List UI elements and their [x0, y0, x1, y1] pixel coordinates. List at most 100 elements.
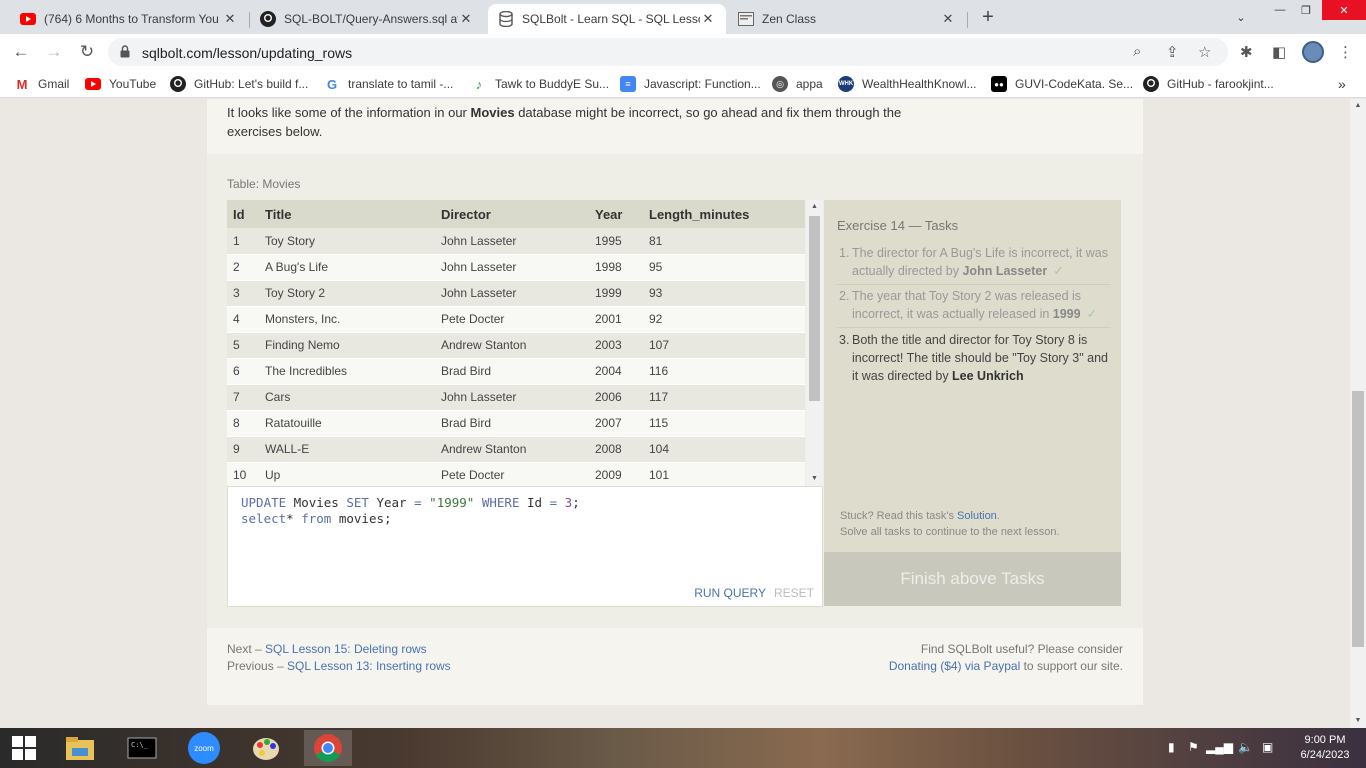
- bookmark-tawk[interactable]: ♪ Tawk to BuddyE Su...: [471, 76, 609, 92]
- cell-director: John Lasseter: [435, 384, 589, 411]
- next-prefix: Next –: [227, 642, 266, 656]
- table-scrollbar[interactable]: ▲ ▼: [806, 200, 823, 486]
- tab-github[interactable]: SQL-BOLT/Query-Answers.sql at ✕: [250, 4, 484, 34]
- system-clock[interactable]: 9:00 PM 6/24/2023: [1290, 733, 1360, 763]
- scroll-up-arrow-icon[interactable]: ▲: [1350, 99, 1366, 113]
- donate-link[interactable]: Donating ($4) via Paypal: [889, 659, 1020, 673]
- bookmark-wealth[interactable]: WHK WealthHealthKnowl...: [838, 76, 977, 92]
- file-explorer-icon[interactable]: [56, 730, 104, 766]
- tab-zen-class[interactable]: Zen Class ✕: [728, 4, 966, 34]
- bookmarks-overflow-icon[interactable]: »: [1338, 76, 1346, 92]
- close-tab-icon[interactable]: ✕: [458, 11, 474, 27]
- bookmark-github-build[interactable]: GitHub: Let's build f...: [170, 76, 308, 92]
- zoom-magnifier-icon[interactable]: ⌕: [1133, 43, 1141, 60]
- page-scrollbar[interactable]: ▲ ▼: [1350, 99, 1366, 728]
- table-row: 9 WALL-E Andrew Stanton 2008 104: [227, 436, 805, 463]
- bookmark-guvi[interactable]: ●● GUVI-CodeKata. Se...: [991, 76, 1133, 92]
- address-bar[interactable]: sqlbolt.com/lesson/updating_rows ⌕ ⇪ ☆: [108, 38, 1228, 66]
- task-item-current: 3. Both the title and director for Toy St…: [839, 331, 1111, 385]
- forward-arrow-icon[interactable]: →: [43, 41, 65, 63]
- new-tab-icon[interactable]: +: [978, 6, 998, 29]
- flag-icon[interactable]: ⚑: [1188, 740, 1199, 754]
- finish-tasks-button[interactable]: Finish above Tasks: [824, 552, 1121, 606]
- windows-start-icon[interactable]: [0, 730, 48, 766]
- tab-search-chevron-down-icon[interactable]: ⌄: [1232, 8, 1250, 26]
- checkmark-icon: ✓: [1086, 307, 1098, 321]
- reload-icon[interactable]: ↻: [76, 41, 98, 63]
- bookmark-translate[interactable]: Gtranslate to tamil -...: [324, 76, 453, 92]
- battery-signal-icon[interactable]: ▮: [1168, 740, 1175, 754]
- scroll-down-arrow-icon[interactable]: ▼: [1350, 714, 1366, 728]
- network-signal-icon[interactable]: ▂▄▆: [1206, 740, 1233, 754]
- table-caption: Table: Movies: [227, 177, 301, 191]
- side-panel-icon[interactable]: ◧: [1272, 43, 1286, 61]
- scroll-up-arrow-icon[interactable]: ▲: [806, 200, 823, 214]
- lesson-footer: Next – SQL Lesson 15: Deleting rows Prev…: [207, 628, 1143, 705]
- task-item: 2. The year that Toy Story 2 was released…: [839, 287, 1111, 323]
- bookmark-star-icon[interactable]: ☆: [1198, 43, 1211, 61]
- zoom-icon[interactable]: zoom: [180, 730, 228, 766]
- run-query-button[interactable]: RUN QUERY: [694, 586, 766, 600]
- paint-icon[interactable]: [242, 730, 290, 766]
- cell-length: 116: [643, 358, 805, 385]
- volume-icon[interactable]: 🔈: [1238, 740, 1253, 754]
- table-scrollbar-thumb[interactable]: [809, 216, 820, 401]
- cell-id: 4: [227, 306, 259, 333]
- cell-length: 107: [643, 332, 805, 359]
- bookmark-label: WealthHealthKnowl...: [862, 77, 977, 91]
- reset-button[interactable]: RESET: [774, 586, 814, 600]
- url-text: sqlbolt.com/lesson/updating_rows: [142, 45, 353, 61]
- sql-keyword: select: [241, 511, 287, 526]
- back-arrow-icon[interactable]: ←: [10, 41, 32, 63]
- close-tab-icon[interactable]: ✕: [222, 11, 238, 27]
- table-row: 10 Up Pete Docter 2009 101: [227, 462, 805, 486]
- task-bold: 1999: [1052, 307, 1081, 321]
- bookmark-gmail[interactable]: M Gmail: [14, 76, 70, 92]
- cell-director: John Lasseter: [435, 254, 589, 281]
- close-tab-icon[interactable]: ✕: [700, 11, 716, 27]
- chrome-icon[interactable]: [304, 730, 352, 766]
- table-row: 8 Ratatouille Brad Bird 2007 115: [227, 410, 805, 437]
- sql-text: *: [286, 511, 302, 526]
- command-prompt-icon[interactable]: C:\_: [118, 730, 166, 766]
- next-lesson-link[interactable]: SQL Lesson 15: Deleting rows: [265, 642, 427, 656]
- table-header-row: Id Title Director Year Length_minutes: [227, 200, 805, 228]
- menu-kebab-icon[interactable]: ⋮: [1338, 43, 1353, 61]
- bookmark-youtube[interactable]: YouTube: [85, 76, 156, 92]
- sql-code[interactable]: UPDATE Movies SET Year = "1999" WHERE Id…: [241, 495, 580, 527]
- minimize-icon[interactable]: —: [1268, 0, 1292, 20]
- tab-youtube[interactable]: (764) 6 Months to Transform You ✕: [10, 4, 248, 34]
- close-window-icon[interactable]: ✕: [1322, 0, 1366, 20]
- bookmark-appa[interactable]: ◎ appa: [772, 76, 823, 92]
- profile-avatar[interactable]: [1302, 41, 1324, 63]
- close-tab-icon[interactable]: ✕: [940, 11, 956, 27]
- movies-table: Id Title Director Year Length_minutes 1T…: [227, 200, 805, 486]
- restore-icon[interactable]: ❐: [1294, 0, 1318, 20]
- scroll-down-arrow-icon[interactable]: ▼: [806, 472, 823, 486]
- cell-id: 7: [227, 384, 259, 411]
- share-icon[interactable]: ⇪: [1166, 43, 1179, 61]
- cell-id: 6: [227, 358, 259, 385]
- column-header-year: Year: [589, 200, 643, 228]
- cell-length: 104: [643, 436, 805, 463]
- tab-sqlbolt[interactable]: SQLBolt - Learn SQL - SQL Lesson ✕: [488, 4, 726, 34]
- intro-text: It looks like some of the information in…: [227, 103, 907, 141]
- cell-id: 9: [227, 436, 259, 463]
- cell-year: 1999: [589, 280, 643, 307]
- notification-icon[interactable]: ▣: [1262, 740, 1273, 754]
- page-scrollbar-thumb[interactable]: [1352, 391, 1364, 647]
- cell-id: 10: [227, 462, 259, 486]
- extensions-puzzle-icon[interactable]: ✱: [1240, 43, 1253, 61]
- tawk-icon: ♪: [475, 76, 483, 92]
- bookmark-label: GitHub: Let's build f...: [194, 77, 309, 91]
- docs-icon: ≡: [620, 76, 636, 92]
- tasks-heading: Exercise 14 — Tasks: [837, 218, 959, 233]
- table-row: 3 Toy Story 2 John Lasseter 1999 93: [227, 280, 805, 307]
- movies-table-container[interactable]: Id Title Director Year Length_minutes 1T…: [227, 200, 805, 486]
- solution-link[interactable]: Solution: [957, 510, 997, 522]
- cell-length: 81: [643, 228, 805, 255]
- sql-query-editor[interactable]: UPDATE Movies SET Year = "1999" WHERE Id…: [227, 486, 823, 607]
- previous-lesson-link[interactable]: SQL Lesson 13: Inserting rows: [287, 659, 451, 673]
- bookmark-github-farook[interactable]: GitHub - farookjint...: [1143, 76, 1274, 92]
- bookmark-javascript[interactable]: ≡ Javascript: Function...: [620, 76, 761, 92]
